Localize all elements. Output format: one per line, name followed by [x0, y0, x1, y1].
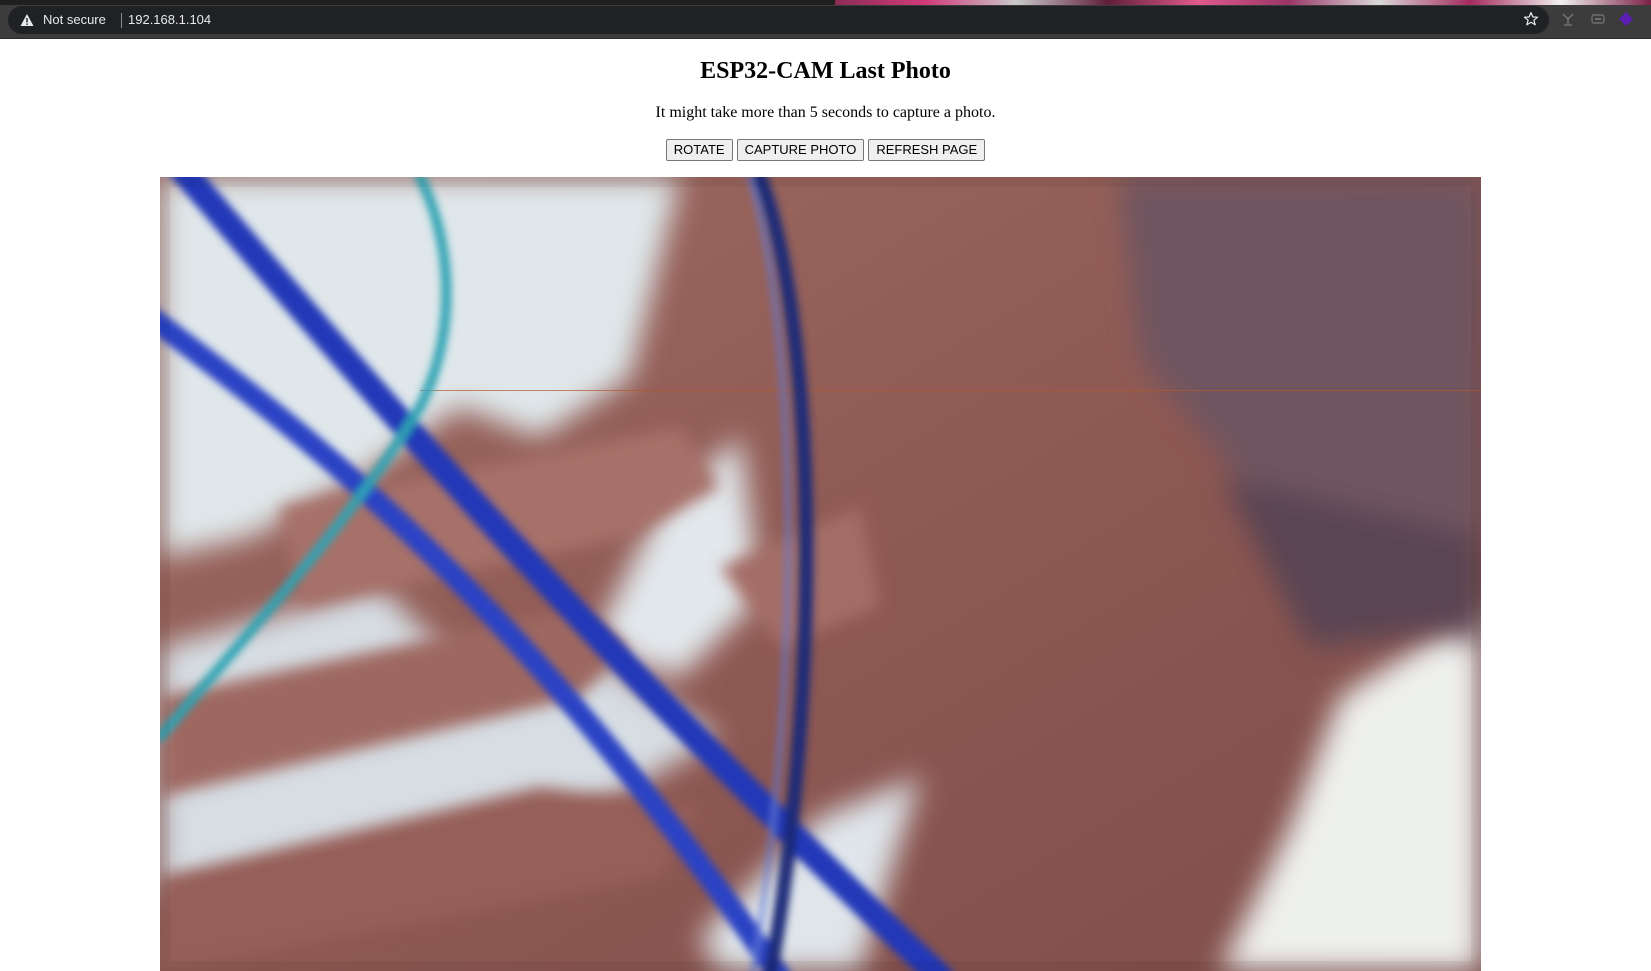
security-status-label[interactable]: Not secure: [43, 12, 106, 27]
capture-photo-button[interactable]: CAPTURE PHOTO: [736, 139, 865, 161]
last-photo: [160, 177, 1481, 971]
button-row: ROTATE CAPTURE PHOTO REFRESH PAGE: [0, 139, 1651, 161]
star-icon[interactable]: [1523, 11, 1539, 27]
extension-icon-3[interactable]: [1618, 11, 1634, 27]
extensions-area: [1560, 9, 1651, 29]
browser-toolbar: Not secure 192.168.1.104: [0, 0, 1651, 39]
warning-triangle-icon[interactable]: [20, 13, 34, 27]
capture-info-text: It might take more than 5 seconds to cap…: [655, 104, 996, 121]
extension-icon-2[interactable]: [1590, 11, 1606, 27]
page-content: ESP32-CAM Last Photo It might take more …: [0, 39, 1651, 971]
refresh-page-button[interactable]: REFRESH PAGE: [868, 139, 986, 161]
extension-icon-1[interactable]: [1560, 11, 1576, 27]
url-text[interactable]: 192.168.1.104: [128, 12, 211, 27]
tab-strip-background: [835, 0, 1651, 5]
page-title: ESP32-CAM Last Photo: [700, 58, 951, 84]
address-bar[interactable]: Not secure 192.168.1.104: [8, 6, 1549, 34]
rotate-button[interactable]: ROTATE: [665, 139, 733, 161]
tab-strip: [0, 0, 1651, 5]
address-separator: [121, 13, 122, 28]
